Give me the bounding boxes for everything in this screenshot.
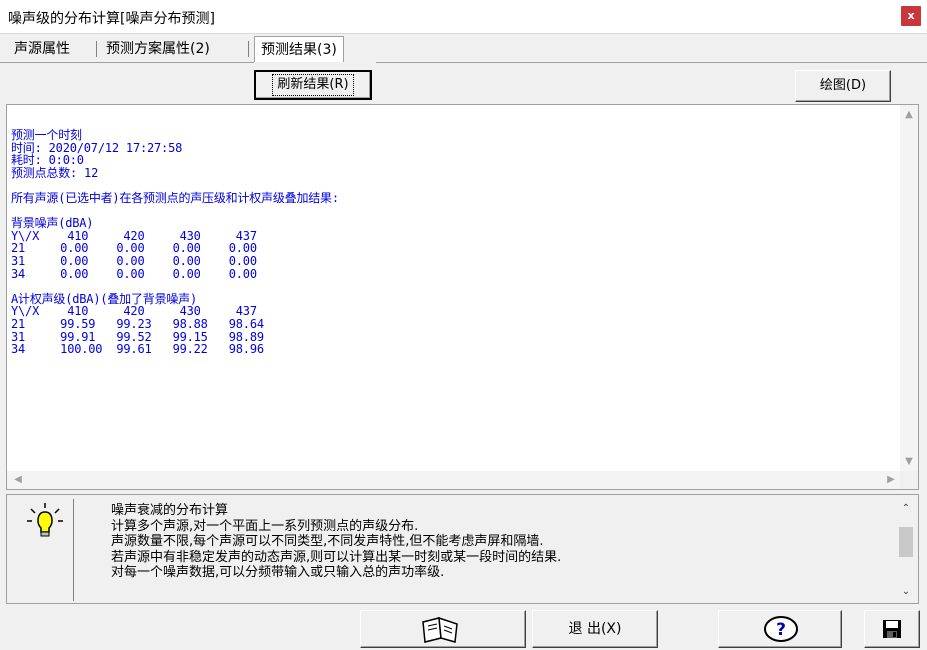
tab-underline — [376, 62, 927, 63]
results-vertical-scrollbar[interactable]: ▲ ▼ — [900, 105, 918, 471]
manual-button[interactable] — [360, 610, 526, 648]
help-line: 声源数量不限,每个声源可以不同类型,不同发声特性,但不能考虑声屏和隔墙. — [111, 534, 544, 549]
result-line: 34 100.00 99.61 99.22 98.96 — [11, 342, 264, 357]
help-line: 若声源中有非稳定发声的动态声源,则可以计算出某一时刻或某一段时间的结果. — [111, 549, 562, 565]
bottom-toolbar: 退 出(X) ? — [0, 608, 927, 650]
scroll-down-icon[interactable]: ▼ — [900, 456, 918, 467]
help-vertical-scrollbar[interactable]: ⌃ ⌄ — [896, 497, 916, 601]
title-bar: 噪声级的分布计算[噪声分布预测] x — [0, 0, 927, 34]
result-line: 34 0.00 0.00 0.00 0.00 — [11, 266, 257, 281]
results-horizontal-scrollbar[interactable]: ◀ ▶ — [7, 471, 902, 489]
help-panel: 噪声衰减的分布计算 计算多个声源,对一个平面上一系列预测点的声级分布. 声源数量… — [6, 494, 919, 604]
help-line: 噪声衰减的分布计算 — [111, 503, 229, 518]
tab-source-properties[interactable]: 声源属性 — [8, 36, 76, 62]
tab-separator — [96, 41, 97, 57]
results-panel[interactable]: 预测一个时刻 时间: 2020/07/12 17:27:58 耗时: 0:0:0… — [6, 104, 919, 490]
help-divider — [73, 499, 74, 601]
lightbulb-icon — [27, 503, 63, 537]
help-scroll-thumb[interactable] — [899, 527, 913, 557]
help-glyph: ? — [776, 620, 786, 640]
result-line: 预测点总数: 12 — [11, 165, 99, 180]
tab-underline — [0, 62, 254, 63]
results-text: 预测一个时刻 时间: 2020/07/12 17:27:58 耗时: 0:0:0… — [11, 129, 339, 356]
tab-scheme-properties[interactable]: 预测方案属性(2) — [100, 36, 216, 62]
save-button[interactable] — [864, 610, 920, 648]
help-button[interactable]: ? — [718, 610, 842, 648]
tab-separator — [248, 41, 249, 57]
scroll-up-icon[interactable]: ▲ — [900, 109, 918, 120]
refresh-results-label: 刷新结果(R) — [272, 74, 354, 96]
tab-prediction-results[interactable]: 预测结果(3) — [254, 36, 344, 62]
window-title: 噪声级的分布计算[噪声分布预测] — [8, 11, 215, 27]
help-icon: ? — [764, 616, 798, 642]
tab-strip: 声源属性 预测方案属性(2) 预测结果(3) — [0, 36, 927, 62]
help-line: 计算多个声源,对一个平面上一系列预测点的声级分布. — [111, 518, 419, 534]
result-line: 所有声源(已选中者)在各预测点的声压级和计权声级叠加结果: — [11, 190, 339, 205]
book-icon — [422, 616, 458, 643]
scroll-right-icon[interactable]: ▶ — [882, 474, 900, 485]
scroll-left-icon[interactable]: ◀ — [9, 474, 27, 485]
scroll-up-icon[interactable]: ⌃ — [897, 503, 915, 514]
help-text: 噪声衰减的分布计算 计算多个声源,对一个平面上一系列预测点的声级分布. 声源数量… — [111, 503, 561, 581]
floppy-disk-icon — [883, 620, 901, 638]
close-button[interactable]: x — [901, 6, 921, 26]
exit-button[interactable]: 退 出(X) — [532, 610, 658, 648]
help-line: 对每一个噪声数据,可以分频带输入或只输入总的声功率级. — [111, 565, 445, 580]
plot-button[interactable]: 绘图(D) — [795, 70, 891, 102]
scrollbar-corner — [900, 471, 918, 489]
scroll-down-icon[interactable]: ⌄ — [897, 586, 915, 597]
refresh-results-button[interactable]: 刷新结果(R) — [254, 70, 372, 100]
